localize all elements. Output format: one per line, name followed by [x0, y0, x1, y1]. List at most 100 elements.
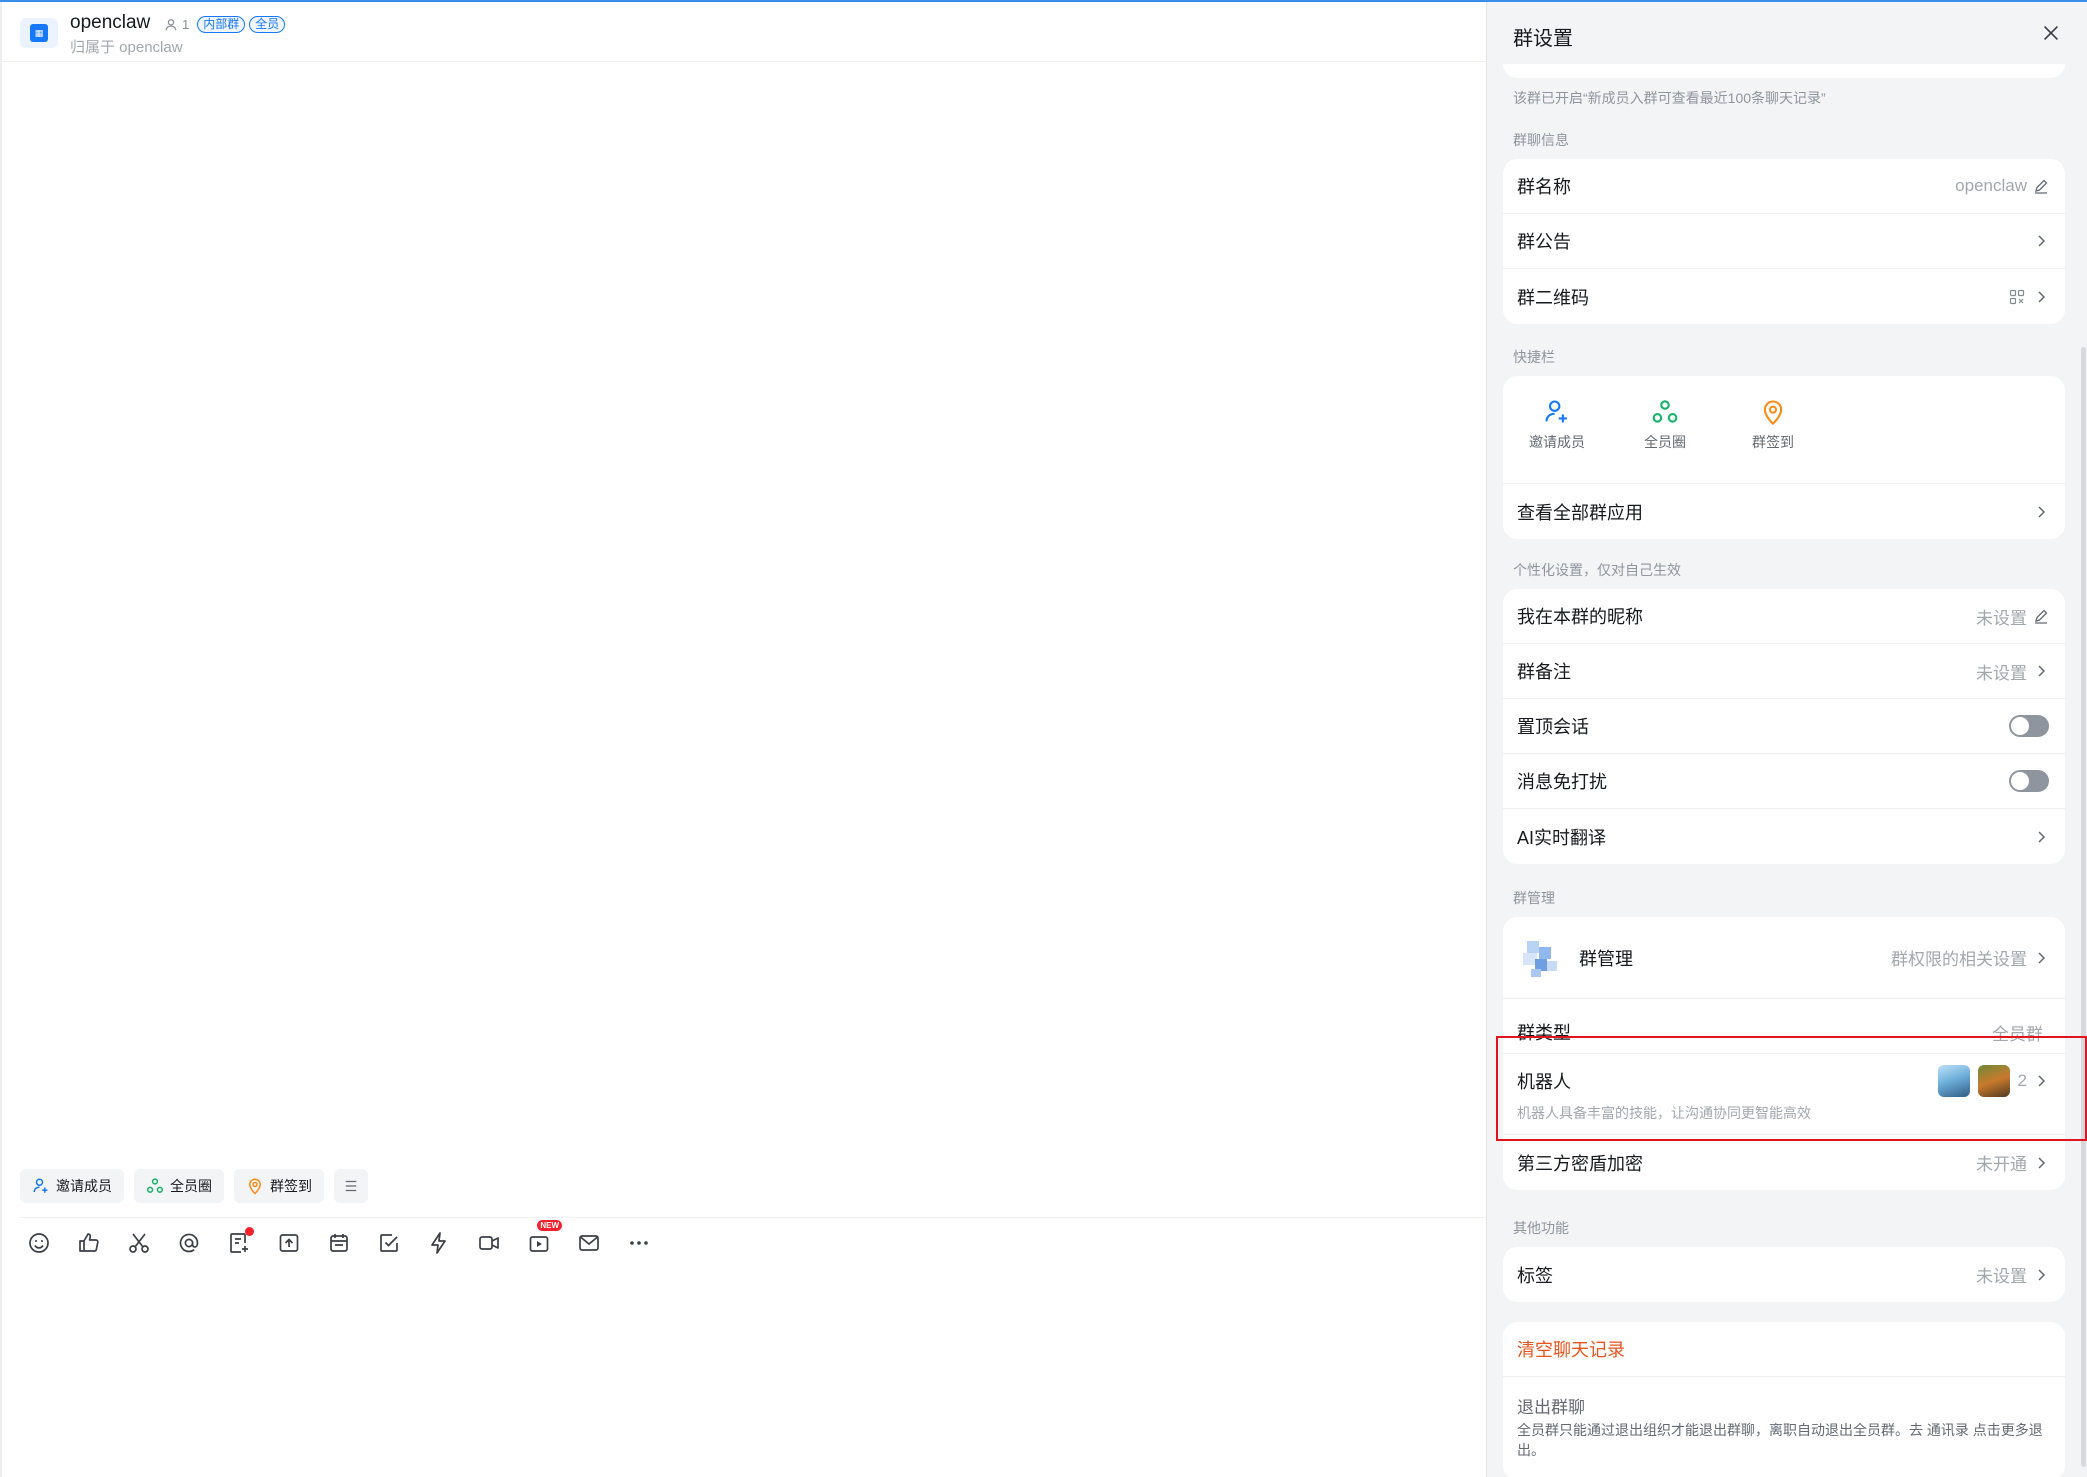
chat-meta: 1 内部群 全员 — [164, 16, 286, 33]
thumbs-up-icon — [79, 1233, 99, 1252]
chip-invite-members[interactable]: 邀请成员 — [20, 1169, 124, 1203]
nickname-row[interactable]: 我在本群的昵称 未设置 — [1503, 589, 2065, 644]
row-label: 群名称 — [1517, 177, 1571, 197]
chip-check-in[interactable]: 群签到 — [234, 1169, 324, 1203]
robot-avatar — [1977, 1065, 2010, 1097]
row-label: 群管理 — [1579, 948, 1633, 969]
quick-app-label: 群签到 — [1752, 434, 1794, 450]
pin-chat-row: 置顶会话 — [1503, 699, 2065, 754]
quick-app-all-circle[interactable]: 全员圈 — [1611, 398, 1719, 483]
group-admin-row[interactable]: 群管理 群权限的相关设置 — [1503, 917, 2065, 999]
encryption-value: 未开通 — [1976, 1155, 2027, 1174]
group-qrcode-row[interactable]: 群二维码 — [1503, 269, 2065, 324]
chip-all-circle[interactable]: 全员圈 — [134, 1169, 224, 1203]
location-checkin-icon — [248, 1178, 262, 1195]
notes-button[interactable] — [224, 1227, 254, 1258]
group-avatar[interactable]: ▦ — [20, 18, 58, 48]
quick-app-invite[interactable]: 邀请成员 — [1503, 398, 1611, 483]
chevron-right-icon — [2038, 1075, 2046, 1087]
ding-button[interactable] — [424, 1228, 454, 1258]
new-badge: NEW — [537, 1220, 562, 1231]
exit-group-description: 全员群只能通过退出组织才能退出群聊，离职自动退出全员群。去 通讯录 点击更多退出… — [1517, 1422, 2043, 1458]
tag-row[interactable]: 标签 未设置 — [1503, 1247, 2065, 1302]
video-call-button[interactable] — [474, 1228, 504, 1258]
group-type-value: 全员群 — [1992, 1025, 2043, 1044]
edit-icon[interactable] — [2033, 608, 2049, 624]
close-icon[interactable] — [2040, 22, 2062, 44]
calendar-icon — [330, 1234, 348, 1252]
admin-avatar — [1517, 934, 1563, 981]
input-toolbar: NEW — [24, 1220, 654, 1258]
menu-icon — [345, 1180, 357, 1192]
group-settings-panel: 群设置 该群已开启“新成员入群可查看最近100条聊天记录” 群聊信息 群名称 o… — [1486, 2, 2087, 1477]
personal-card: 我在本群的昵称 未设置 群备注 未设置 置顶会话 消息免打扰 AI实时翻译 — [1503, 589, 2065, 864]
other-card: 标签 未设置 — [1503, 1247, 2065, 1302]
row-label: 机器人 — [1517, 1072, 1571, 1092]
row-label: 置顶会话 — [1517, 717, 1589, 737]
view-all-apps-row[interactable]: 查看全部群应用 — [1503, 484, 2065, 539]
ai-translate-row[interactable]: AI实时翻译 — [1503, 809, 2065, 864]
section-personal: 个性化设置，仅对自己生效 — [1513, 562, 1681, 578]
row-label: 群二维码 — [1517, 287, 1589, 308]
quickbar-card: 邀请成员 全员圈 群签到 查看全部群应用 — [1503, 376, 2065, 539]
video-call-icon — [479, 1236, 499, 1250]
circle-group-icon — [1652, 400, 1678, 423]
at-icon — [179, 1233, 199, 1253]
tag-value: 未设置 — [1976, 1267, 2027, 1286]
live-button[interactable]: NEW — [524, 1220, 562, 1258]
chat-subtitle: 归属于 openclaw — [70, 39, 183, 56]
robot-description: 机器人具备丰富的技能，让沟通协同更智能高效 — [1517, 1105, 1811, 1121]
robot-row[interactable]: 机器人 2 机器人具备丰富的技能，让沟通协同更智能高效 — [1503, 1054, 2065, 1135]
row-label: 消息免打扰 — [1517, 772, 1607, 792]
mail-button[interactable] — [574, 1228, 604, 1258]
remark-value: 未设置 — [1976, 663, 2027, 683]
chip-label: 群签到 — [270, 1178, 312, 1194]
chat-header: ▦ openclaw 1 内部群 全员 归属于 openclaw — [2, 2, 1488, 62]
location-checkin-icon — [1763, 400, 1783, 426]
section-quickbar: 快捷栏 — [1513, 349, 1555, 365]
chip-menu-button[interactable] — [334, 1169, 368, 1203]
do-not-disturb-toggle[interactable] — [2009, 770, 2049, 792]
more-icon — [630, 1241, 648, 1245]
pin-chat-toggle[interactable] — [2009, 715, 2049, 737]
task-button[interactable] — [374, 1228, 404, 1258]
member-icon[interactable] — [164, 18, 178, 32]
edit-icon[interactable] — [2033, 178, 2049, 194]
robot-row-main: 机器人 2 — [1517, 1065, 2049, 1097]
row-label: 标签 — [1517, 1265, 1553, 1286]
chip-label: 邀请成员 — [56, 1178, 112, 1194]
user-add-icon — [33, 1178, 48, 1193]
clear-history-row[interactable]: 清空聊天记录 — [1503, 1322, 2065, 1377]
group-notice-row[interactable]: 群公告 — [1503, 214, 2065, 269]
exit-group-block[interactable]: 退出群聊 全员群只能通过退出组织才能退出群聊，离职自动退出全员群。去 通讯录 点… — [1503, 1377, 2065, 1460]
management-card: 群管理 群权限的相关设置 群类型 全员群 机器人 2 机器人具备丰富的技能，让沟… — [1503, 917, 2065, 1190]
row-label: 群备注 — [1517, 662, 1571, 682]
like-button[interactable] — [74, 1228, 104, 1258]
chevron-right-icon — [2038, 290, 2046, 303]
member-count[interactable]: 1 — [182, 17, 189, 32]
quick-app-check-in[interactable]: 群签到 — [1719, 398, 1827, 483]
emoji-button[interactable] — [24, 1228, 54, 1258]
screenshot-button[interactable] — [124, 1228, 154, 1258]
encryption-row[interactable]: 第三方密盾加密 未开通 — [1503, 1135, 2065, 1190]
scissors-icon — [129, 1233, 149, 1253]
toolbar-divider — [20, 1217, 1488, 1218]
chat-title[interactable]: openclaw — [70, 12, 150, 34]
chevron-right-icon — [2038, 830, 2046, 843]
more-button[interactable] — [624, 1228, 654, 1258]
upload-button[interactable] — [274, 1228, 304, 1258]
quick-app-label: 邀请成员 — [1529, 434, 1585, 450]
section-management: 群管理 — [1513, 890, 1555, 906]
group-info-card: 群名称 openclaw 群公告 群二维码 — [1503, 159, 2065, 324]
group-name-row[interactable]: 群名称 openclaw — [1503, 159, 2065, 214]
mention-button[interactable] — [174, 1228, 204, 1258]
row-label: 第三方密盾加密 — [1517, 1153, 1643, 1174]
chevron-right-icon — [2038, 235, 2046, 247]
calendar-button[interactable] — [324, 1228, 354, 1258]
section-group-info: 群聊信息 — [1513, 132, 1569, 148]
group-remark-row[interactable]: 群备注 未设置 — [1503, 644, 2065, 699]
live-icon — [529, 1236, 549, 1252]
panel-header: 群设置 — [1487, 2, 2087, 64]
panel-scrollbar[interactable] — [2081, 347, 2086, 1467]
exit-group-label: 退出群聊 — [1517, 1398, 1585, 1417]
